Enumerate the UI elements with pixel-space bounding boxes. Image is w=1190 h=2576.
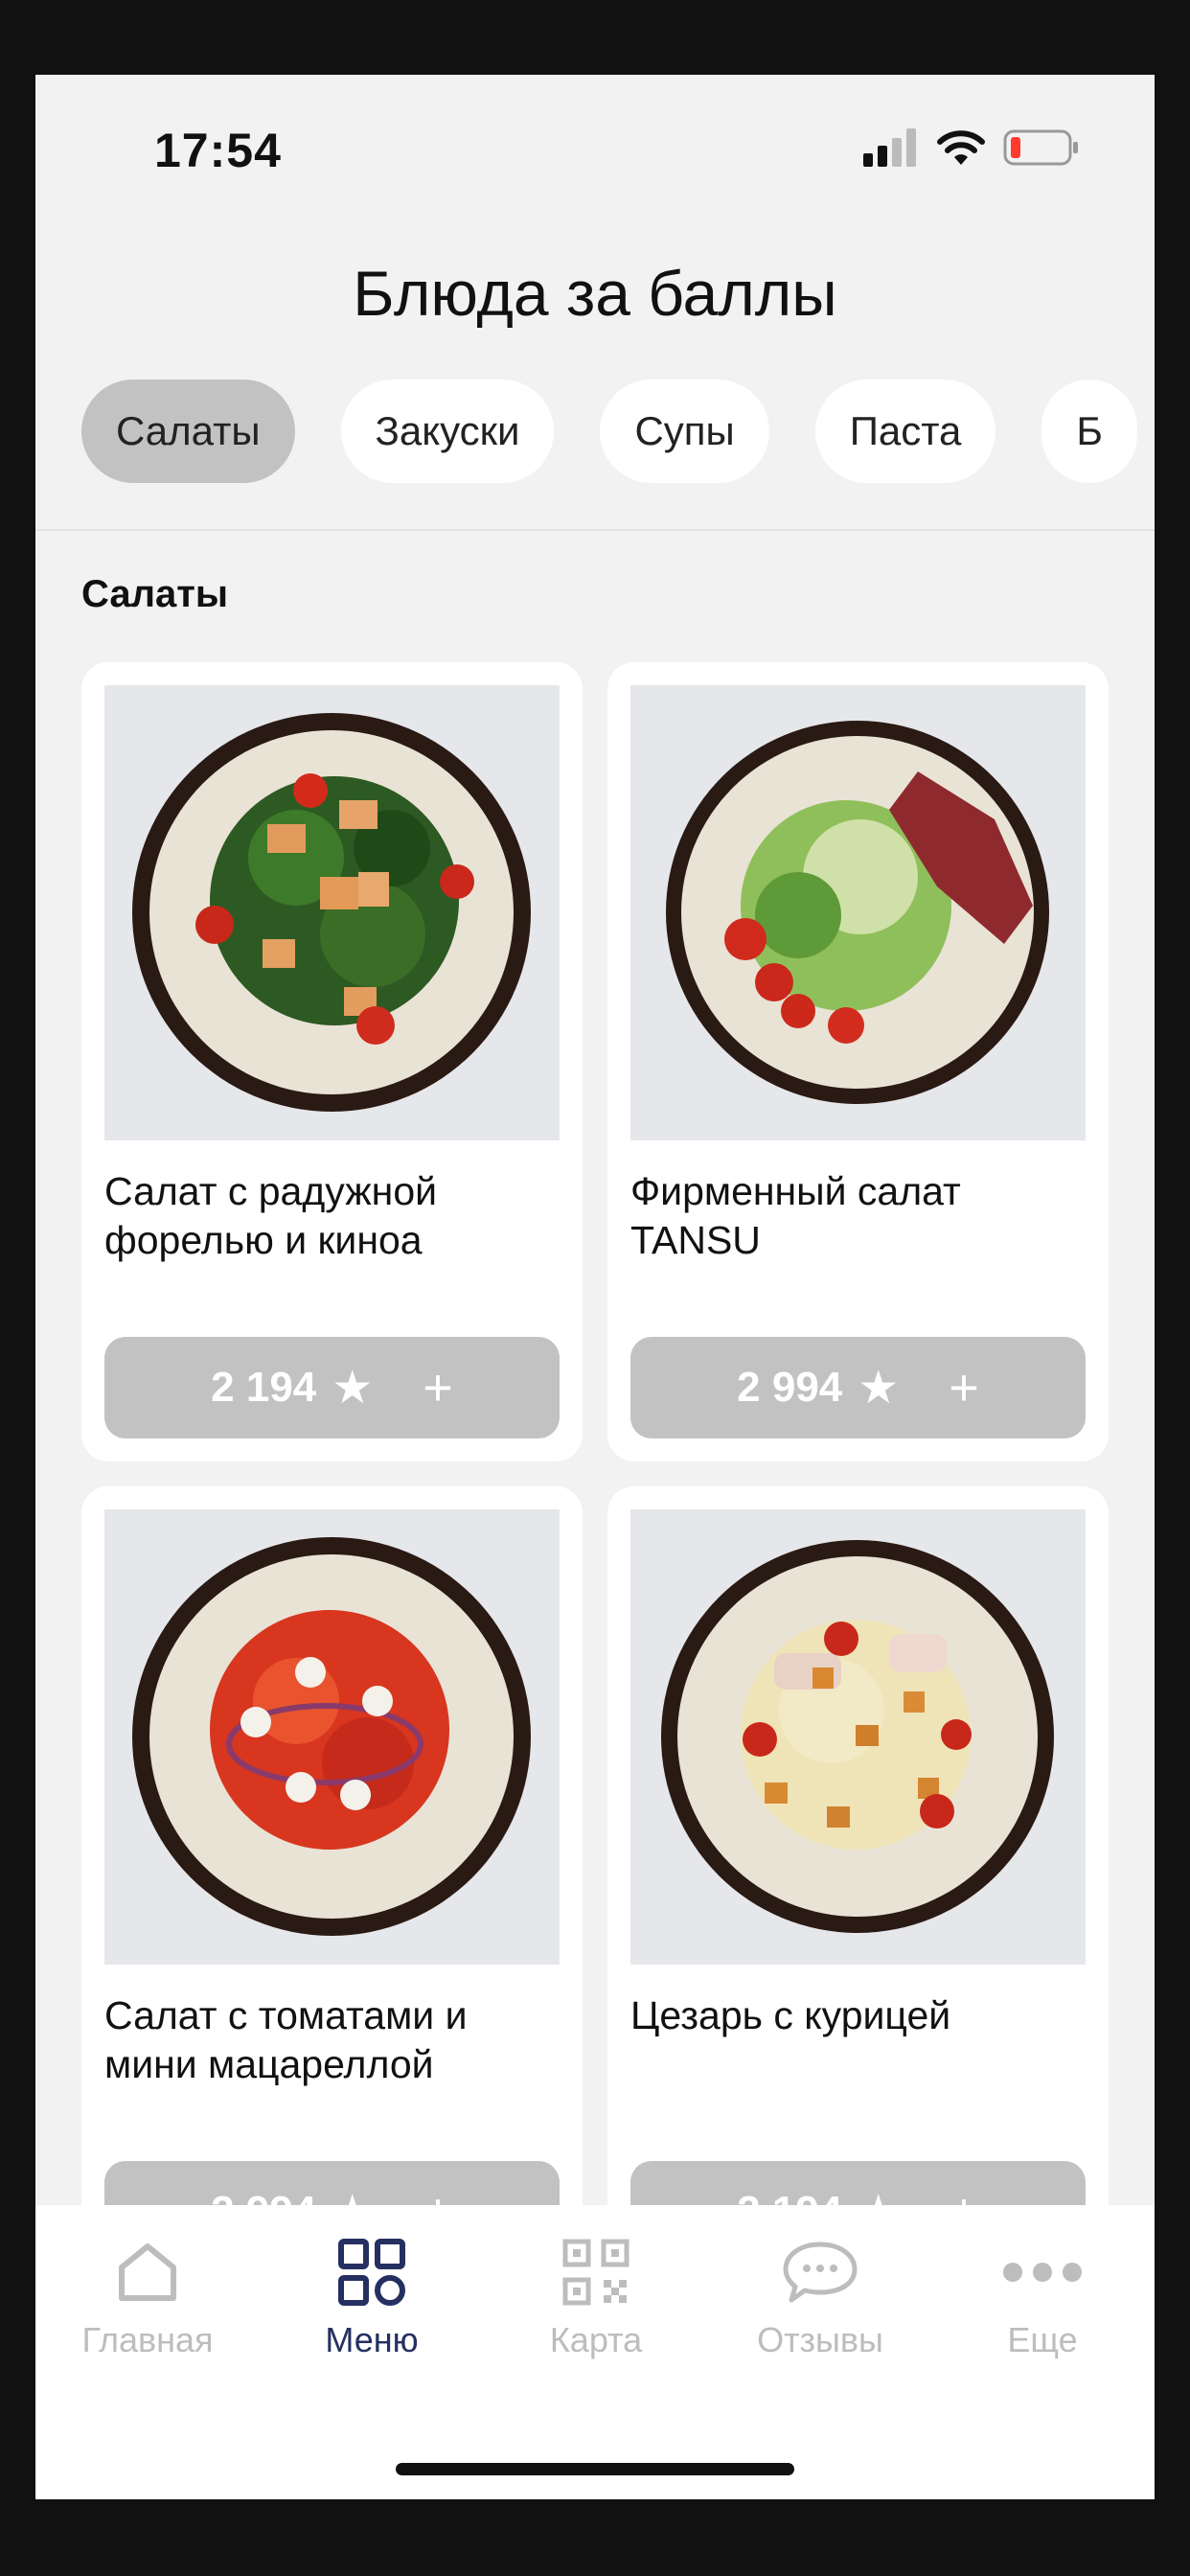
product-image — [630, 1509, 1086, 1965]
battery-icon — [1003, 129, 1078, 166]
nav-label: Еще — [1007, 2320, 1078, 2359]
product-name: Цезарь с курицей — [630, 1993, 951, 2037]
price-value: 2 194 — [211, 1364, 317, 1411]
star-icon: ★ — [332, 1363, 374, 1414]
tab-snacks[interactable]: Закуски — [340, 380, 555, 483]
status-time: 17:54 — [154, 124, 282, 177]
tab-pasta[interactable]: Паста — [814, 380, 996, 483]
product-card[interactable]: Цезарь с курицей 2 194 ★ + — [607, 1486, 1109, 2286]
signal-icon — [863, 128, 916, 167]
nav-card[interactable]: Карта — [484, 2224, 708, 2360]
bottom-nav: Главная Меню Карта Отзывы Еще — [35, 2205, 1155, 2499]
nav-reviews[interactable]: Отзывы — [708, 2224, 932, 2360]
status-icons — [863, 128, 1080, 167]
divider — [35, 529, 1155, 531]
nav-label: Карта — [549, 2320, 643, 2359]
qr-code-icon — [562, 2239, 629, 2306]
product-image — [104, 1509, 560, 1965]
page-title: Блюда за баллы — [353, 258, 837, 329]
product-name: Салат с радужной форелью и киноа — [104, 1169, 438, 1262]
nav-home[interactable]: Главная — [35, 2224, 260, 2360]
product-name: Салат с томатами и мини мацареллой — [104, 1993, 468, 2086]
nav-more[interactable]: Еще — [930, 2224, 1155, 2360]
product-image — [630, 685, 1086, 1140]
price-value: 2 994 — [737, 1364, 843, 1411]
product-card[interactable]: Фирменный салат TANSU 2 994 ★ + — [607, 662, 1109, 1461]
nav-label: Меню — [325, 2320, 419, 2359]
plus-icon: + — [949, 1359, 979, 1416]
nav-label: Главная — [81, 2320, 214, 2359]
app-screen: 17:54 Блюда за баллы Салаты Закуски Супы… — [35, 75, 1155, 2499]
add-to-cart-button[interactable]: 2 994 ★ + — [630, 1337, 1086, 1438]
star-icon: ★ — [858, 1363, 900, 1414]
home-icon — [119, 2243, 176, 2301]
tab-soups[interactable]: Супы — [600, 380, 769, 483]
home-indicator — [396, 2463, 794, 2475]
wifi-icon — [937, 130, 985, 165]
more-dots-icon — [1003, 2263, 1082, 2282]
nav-label: Отзывы — [757, 2320, 883, 2359]
tab-salads[interactable]: Салаты — [81, 380, 295, 483]
tab-next[interactable]: Б — [1041, 380, 1137, 483]
section-title: Салаты — [81, 573, 229, 615]
plus-icon: + — [423, 1359, 453, 1416]
category-tabs: Салаты Закуски Супы Паста Б — [81, 380, 1137, 483]
chat-bubble-icon — [783, 2242, 858, 2303]
add-to-cart-button[interactable]: 2 194 ★ + — [104, 1337, 560, 1438]
product-image — [104, 685, 560, 1140]
product-card[interactable]: Салат с томатами и мини мацареллой 2 994… — [81, 1486, 583, 2286]
product-card[interactable]: Салат с радужной форелью и киноа 2 194 ★… — [81, 662, 583, 1461]
menu-grid-icon — [338, 2239, 405, 2306]
nav-menu[interactable]: Меню — [260, 2224, 484, 2360]
product-name: Фирменный салат TANSU — [630, 1169, 961, 1262]
